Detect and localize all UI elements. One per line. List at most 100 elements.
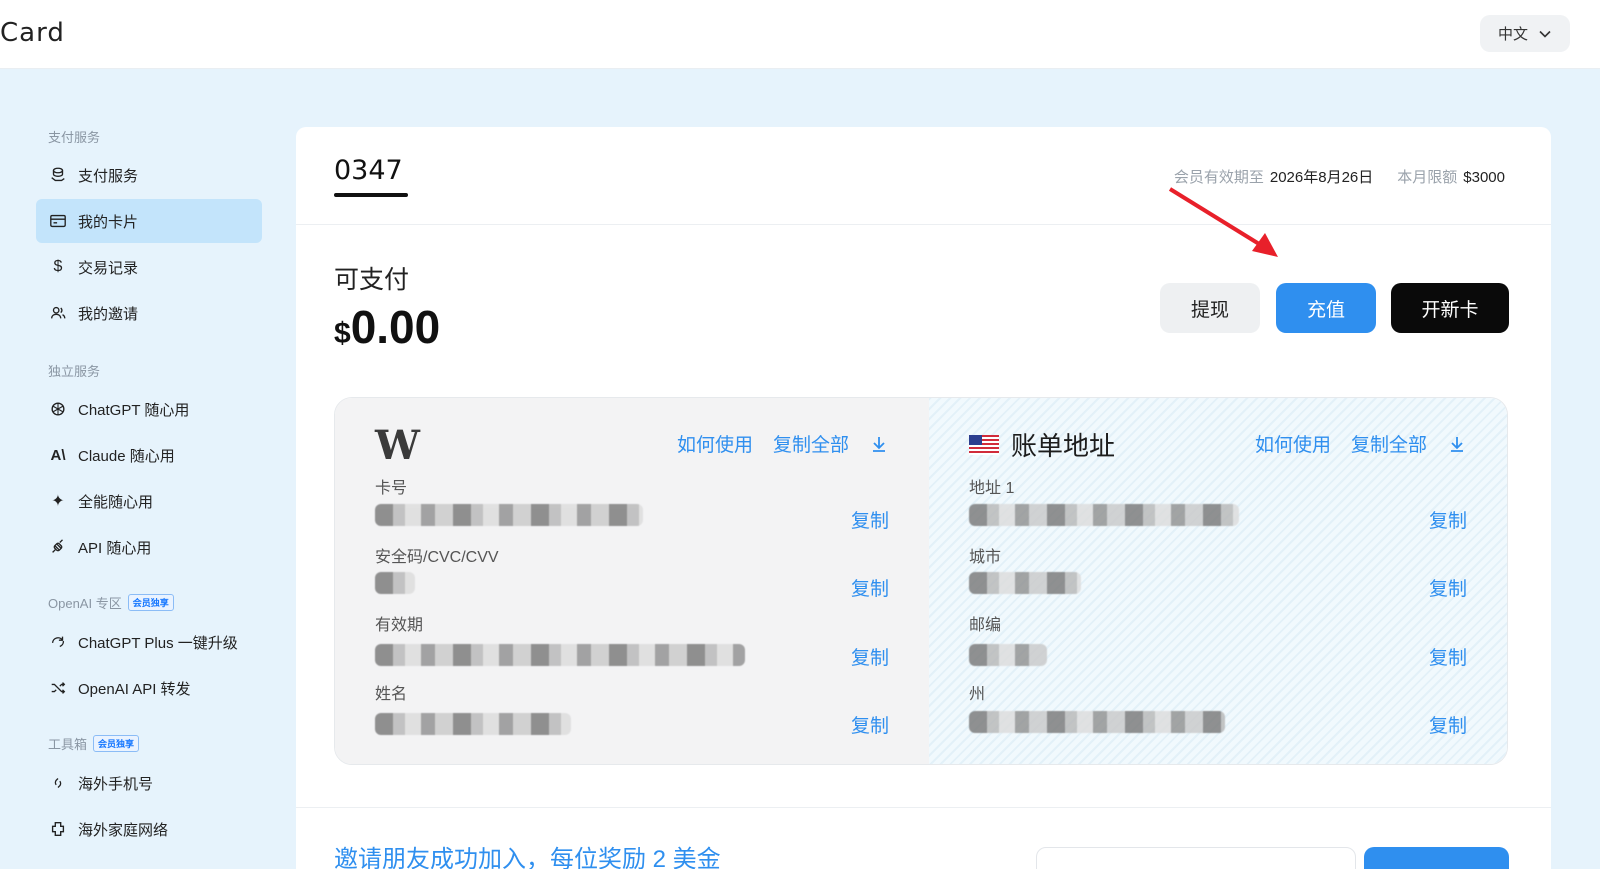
copy-card-number-button[interactable]: 复制 — [851, 506, 889, 533]
anthropic-icon: A\ — [50, 446, 66, 464]
zip-value — [969, 644, 1047, 666]
topup-button[interactable]: 充值 — [1276, 283, 1376, 333]
copy-zip-button[interactable]: 复制 — [1429, 643, 1467, 670]
card-number-value — [375, 504, 643, 526]
sidebar-item-my-invites[interactable]: 我的邀请 — [36, 291, 262, 335]
annotation-arrow-icon — [1168, 187, 1278, 257]
divider — [296, 807, 1551, 808]
card-brand: W — [375, 422, 420, 469]
copy-cvv-button[interactable]: 复制 — [851, 574, 889, 601]
currency-symbol: $ — [334, 317, 351, 350]
language-label: 中文 — [1497, 26, 1528, 43]
top-bar: Card 中文 — [0, 0, 1600, 69]
divider — [296, 224, 1551, 225]
sidebar-item-claude[interactable]: A\ Claude 随心用 — [36, 433, 262, 477]
how-to-use-link[interactable]: 如何使用 — [677, 430, 753, 457]
zip-label: 邮编 — [969, 617, 1002, 634]
sidebar-item-payment-service[interactable]: 支付服务 — [36, 153, 262, 197]
validity-value: 2026年8月26日 — [1269, 169, 1374, 186]
card-details-pane: W 如何使用 复制全部 卡号 复制 安全码/CVC/CVV 复制 有效期 复制 … — [335, 398, 929, 764]
card-info-panel: W 如何使用 复制全部 卡号 复制 安全码/CVC/CVV 复制 有效期 复制 … — [334, 397, 1508, 765]
copy-name-button[interactable]: 复制 — [851, 711, 889, 738]
how-to-use-link[interactable]: 如何使用 — [1255, 430, 1331, 457]
copy-state-button[interactable]: 复制 — [1429, 711, 1467, 738]
sidebar-item-chatgpt[interactable]: ChatGPT 随心用 — [36, 387, 262, 431]
new-card-button[interactable]: 开新卡 — [1391, 283, 1509, 333]
invite-banner[interactable]: 邀请朋友成功加入，每位奖励 2 美金 — [334, 839, 721, 869]
card-tab[interactable]: 0347 — [334, 155, 403, 186]
city-label: 城市 — [969, 549, 1002, 566]
expiry-value — [375, 644, 745, 666]
sidebar-item-my-cards[interactable]: 我的卡片 — [36, 199, 262, 243]
dollar-icon: $ — [53, 258, 63, 275]
shuffle-icon — [48, 678, 68, 698]
chevron-down-icon — [1539, 30, 1551, 38]
cvv-value — [375, 572, 415, 594]
language-selector[interactable]: 中文 — [1480, 15, 1570, 52]
membership-info: 会员有效期至 2026年8月26日 本月限额 $3000 — [1174, 166, 1505, 187]
card-actions: 如何使用 复制全部 — [677, 430, 889, 457]
section-title-payment: 支付服务 — [48, 130, 101, 145]
payable-label: 可支付 — [334, 266, 410, 294]
sidebar-item-label: OpenAI API 转发 — [78, 680, 191, 698]
sidebar-item-label: 支付服务 — [78, 167, 139, 185]
sidebar-item-label: 全能随心用 — [78, 493, 154, 511]
sidebar-item-home-network[interactable]: 海外家庭网络 — [36, 807, 262, 851]
member-only-tag: 会员独享 — [127, 594, 174, 611]
sidebar: 支付服务 支付服务 我的卡片 $ 交易记录 我的邀请 独立服务 ChatGPT … — [0, 69, 296, 869]
sidebar-item-label: 我的邀请 — [78, 305, 139, 323]
limit-value: $3000 — [1463, 169, 1505, 186]
sidebar-item-label: 交易记录 — [78, 259, 139, 277]
coins-icon — [48, 165, 68, 185]
billing-address-pane: 账单地址 如何使用 复制全部 地址 1 复制 城市 复制 邮编 复制 州 复制 — [929, 398, 1507, 764]
sidebar-item-label: ChatGPT Plus 一键升级 — [78, 634, 238, 652]
sidebar-item-all-in-one[interactable]: ✦ 全能随心用 — [36, 479, 262, 523]
limit-label: 本月限额 — [1397, 169, 1458, 186]
billing-actions: 如何使用 复制全部 — [1255, 430, 1467, 457]
network-icon — [48, 819, 68, 839]
billing-header: 账单地址 — [969, 426, 1115, 463]
address-value — [969, 504, 1239, 526]
plug-icon — [48, 537, 68, 557]
brand-title: Card — [0, 18, 65, 48]
section-title-openai: OpenAI 专区 会员独享 — [48, 593, 174, 612]
openai-icon — [48, 399, 68, 419]
sidebar-item-openai-api[interactable]: OpenAI API 转发 — [36, 666, 262, 710]
member-only-tag: 会员独享 — [93, 735, 140, 752]
card-icon — [48, 211, 68, 231]
sidebar-item-api[interactable]: API 随心用 — [36, 525, 262, 569]
copy-expiry-button[interactable]: 复制 — [851, 643, 889, 670]
upgrade-icon — [48, 632, 68, 652]
sparkle-icon: ✦ — [51, 493, 65, 510]
copy-address-button[interactable]: 复制 — [1429, 506, 1467, 533]
active-tab-indicator — [334, 193, 408, 197]
state-value — [969, 711, 1225, 733]
users-icon — [48, 303, 68, 323]
address-label: 地址 1 — [969, 480, 1015, 497]
sidebar-item-label: API 随心用 — [78, 539, 152, 557]
section-title-independent: 独立服务 — [48, 364, 101, 379]
sidebar-item-label: 海外手机号 — [78, 775, 154, 793]
withdraw-button[interactable]: 提现 — [1160, 283, 1260, 333]
name-value — [375, 713, 571, 735]
sidebar-item-overseas-phone[interactable]: 海外手机号 — [36, 761, 262, 805]
section-title-toolbox: 工具箱 会员独享 — [48, 734, 140, 753]
validity-label: 会员有效期至 — [1173, 169, 1264, 186]
city-value — [969, 572, 1081, 594]
balance-amount: $0.00 — [334, 300, 440, 354]
copy-all-button[interactable]: 复制全部 — [1351, 430, 1427, 457]
sidebar-item-transactions[interactable]: $ 交易记录 — [36, 245, 262, 289]
balance-value: 0.00 — [350, 301, 441, 353]
card-number-label: 卡号 — [375, 480, 408, 497]
copy-city-button[interactable]: 复制 — [1429, 574, 1467, 601]
sidebar-item-chatgpt-plus[interactable]: ChatGPT Plus 一键升级 — [36, 620, 262, 664]
state-label: 州 — [969, 686, 986, 703]
phone-icon — [48, 773, 68, 793]
download-icon[interactable] — [1447, 434, 1467, 454]
download-icon[interactable] — [869, 434, 889, 454]
card-logo: W — [375, 422, 420, 469]
billing-title: 账单地址 — [1011, 431, 1116, 461]
invite-link-box[interactable] — [1036, 847, 1356, 869]
copy-all-button[interactable]: 复制全部 — [773, 430, 849, 457]
invite-copy-button[interactable] — [1364, 847, 1509, 869]
